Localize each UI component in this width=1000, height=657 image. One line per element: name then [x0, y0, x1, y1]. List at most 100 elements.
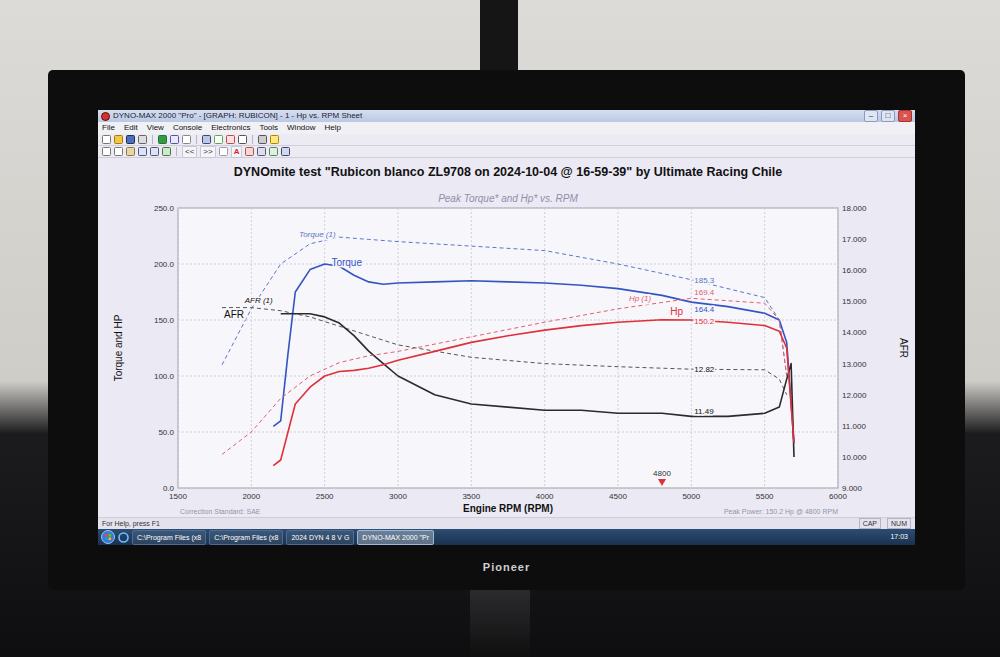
refresh-shape: [163, 148, 171, 156]
y-tick-label: 18.000: [842, 204, 867, 213]
chart-shape: [227, 136, 235, 144]
series-line: [222, 298, 787, 454]
taskbar-item[interactable]: C:\Program Files (x8: [209, 530, 283, 545]
y-tick-label: 12.000: [842, 391, 867, 400]
series-value-label: 150.2: [694, 317, 715, 326]
taskbar-item-label: C:\Program Files (x8: [214, 534, 278, 541]
copy-icon[interactable]: [114, 147, 123, 156]
window-shape: [282, 148, 290, 156]
grid-shape: [219, 148, 227, 156]
annotate-button[interactable]: A: [231, 146, 243, 158]
series-legend-label: Hp (1): [629, 294, 652, 303]
overlay-icon[interactable]: [245, 147, 254, 156]
series-legend-label: Hp: [670, 306, 683, 317]
start-orb-icon[interactable]: [101, 530, 115, 544]
monitor-stand: [470, 590, 530, 657]
table-icon[interactable]: [214, 135, 223, 144]
cut-icon[interactable]: [102, 147, 111, 156]
taskbar-item-label: 2024 DYN 4 8 V G: [291, 534, 349, 541]
y-tick-label: 13.000: [842, 360, 867, 369]
y-tick-label: 150.0: [154, 316, 175, 325]
window-control-button[interactable]: ×: [898, 110, 912, 122]
chart-subtitle: Peak Torque* and Hp* vs. RPM: [438, 193, 578, 204]
plot-area: [178, 208, 838, 488]
grid-line: [178, 320, 838, 321]
menu-item[interactable]: Electronics: [211, 122, 250, 134]
y-tick-label: 200.0: [154, 260, 175, 269]
taskbar-item-label: DYNO-MAX 2000 "Pr: [362, 534, 429, 541]
y-tick-label: 14.000: [842, 328, 867, 337]
x-tick-label: 3500: [462, 492, 480, 501]
tree-icon[interactable]: [158, 135, 167, 144]
print-shape: [139, 136, 147, 144]
smooth-icon[interactable]: [257, 147, 266, 156]
y-tick-label: 9.000: [842, 484, 863, 493]
data-icon[interactable]: [182, 135, 191, 144]
x-tick-label: 2000: [242, 492, 260, 501]
toolbar: [98, 134, 915, 146]
taskbar-item[interactable]: 2024 DYN 4 8 V G: [286, 530, 354, 545]
y-axis-title: AFR: [898, 338, 909, 358]
series-legend-label: Torque: [331, 257, 362, 268]
series-line: [222, 237, 787, 376]
console-icon[interactable]: [202, 135, 211, 144]
x-tick-label: 1500: [169, 492, 187, 501]
series: [222, 298, 787, 454]
grid-line: [178, 376, 838, 377]
graph-icon[interactable]: [170, 135, 179, 144]
taskbar: C:\Program Files (x8 C:\Program Files (x8…: [98, 529, 915, 545]
refresh-icon[interactable]: [162, 147, 171, 156]
clock: 17:03: [890, 532, 912, 543]
grid-line: [691, 208, 692, 488]
toolbar: <<>> A: [98, 146, 915, 158]
series-legend-label: Torque (1): [299, 230, 336, 239]
rpm-marker-label: 4800: [653, 469, 671, 478]
series: [222, 237, 787, 376]
y-tick-label: 10.000: [842, 453, 867, 462]
previous-run-button[interactable]: <<: [182, 146, 197, 158]
status-indicator: CAP: [859, 518, 881, 529]
taskbar-item[interactable]: DYNO-MAX 2000 "Pr: [357, 530, 434, 545]
start-orb-pane: [105, 534, 108, 537]
rpm-marker[interactable]: [658, 479, 666, 486]
save-icon[interactable]: [126, 135, 135, 144]
help-shape: [271, 136, 279, 144]
next-run-button[interactable]: >>: [200, 146, 215, 158]
x-tick-label: 2500: [316, 492, 334, 501]
smooth-shape: [258, 148, 266, 156]
export-icon[interactable]: [269, 147, 278, 156]
chart-icon[interactable]: [226, 135, 235, 144]
status-bar: For Help, press F1CAPNUM: [98, 517, 915, 529]
menu-item[interactable]: Help: [325, 122, 341, 134]
settings-icon[interactable]: [258, 135, 267, 144]
paste-icon[interactable]: [126, 147, 135, 156]
undo-icon[interactable]: [138, 147, 147, 156]
redo-icon[interactable]: [150, 147, 159, 156]
menu-item[interactable]: File: [102, 122, 115, 134]
window-control-button[interactable]: –: [864, 110, 878, 122]
redo-shape: [151, 148, 159, 156]
series-lines: [222, 237, 794, 466]
x-tick-label: 3000: [389, 492, 407, 501]
menu-item[interactable]: Window: [287, 122, 315, 134]
open-folder-icon[interactable]: [114, 135, 123, 144]
window-control-button[interactable]: □: [881, 110, 895, 122]
browser-icon[interactable]: [118, 532, 129, 543]
menu-item[interactable]: View: [147, 122, 164, 134]
grid-icon[interactable]: [219, 147, 228, 156]
start-orb-shape: [102, 531, 115, 544]
series-value-label: 185.3: [694, 276, 715, 285]
taskbar-item[interactable]: C:\Program Files (x8: [132, 530, 206, 545]
new-file-icon[interactable]: [102, 135, 111, 144]
menu-item[interactable]: Console: [173, 122, 202, 134]
brand-logo: Pioneer: [483, 559, 530, 576]
menu-item[interactable]: Tools: [259, 122, 278, 134]
export-shape: [270, 148, 278, 156]
grid-line: [178, 208, 838, 209]
peak-power-note: Peak Power: 150.2 Hp @ 4800 RPM: [724, 508, 838, 516]
help-icon[interactable]: [270, 135, 279, 144]
zoom-icon[interactable]: [238, 135, 247, 144]
window-icon[interactable]: [281, 147, 290, 156]
menu-item[interactable]: Edit: [124, 122, 138, 134]
print-icon[interactable]: [138, 135, 147, 144]
